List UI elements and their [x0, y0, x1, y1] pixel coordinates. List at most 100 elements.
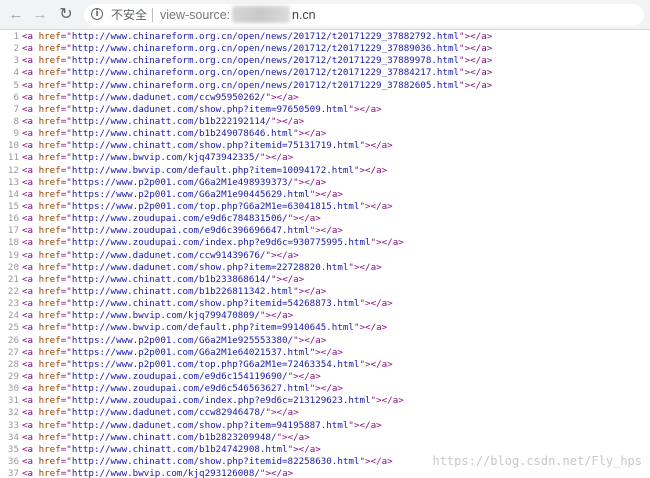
- line-number: 28: [7, 358, 19, 370]
- line-number: 8: [13, 115, 19, 127]
- source-line: 15 <a href="https://www.p2p001.com/top.ph…: [0, 201, 650, 213]
- back-arrow-icon[interactable]: ←: [7, 6, 25, 24]
- source-line: 23 <a href="http://www.chinatt.com/show.p…: [0, 298, 650, 310]
- tag-open: <a: [22, 322, 39, 334]
- watermark: https://blog.csdn.net/Fly_hps: [432, 454, 642, 468]
- href-link[interactable]: http://www.bwvip.com/kjq473942335/: [72, 152, 260, 163]
- href-link[interactable]: http://www.dadunet.com/show.php?item=227…: [72, 262, 349, 273]
- href-link[interactable]: http://www.dadunet.com/show.php?item=941…: [72, 420, 349, 431]
- line-number: 25: [7, 322, 19, 334]
- line-number: 31: [7, 395, 19, 407]
- href-link[interactable]: http://www.chinatt.com/b1b24742908.html: [72, 444, 288, 455]
- tag-open: <a: [22, 298, 39, 310]
- href-link[interactable]: http://www.dadunet.com/ccw91439676/: [72, 250, 266, 261]
- forward-arrow-icon[interactable]: →: [31, 6, 49, 24]
- anchor-tag: <a href="http://www.chinareform.org.cn/o…: [22, 67, 492, 79]
- href-link[interactable]: https://www.p2p001.com/top.php?G6a2M1e=7…: [72, 359, 360, 370]
- attr-name: href: [38, 225, 61, 237]
- href-link[interactable]: http://www.dadunet.com/show.php?item=976…: [72, 104, 349, 115]
- attr-name: href: [38, 237, 61, 249]
- url-prefix: view-source:: [160, 8, 231, 22]
- line-number: 30: [7, 383, 19, 395]
- source-line: 19 <a href="http://www.dadunet.com/ccw914…: [0, 250, 650, 262]
- source-line: 26 <a href="https://www.p2p001.com/G6a2M1…: [0, 335, 650, 347]
- attr-name: href: [38, 443, 61, 455]
- href-link[interactable]: http://www.zoudupai.com/e9d6c784831506/: [72, 213, 288, 224]
- href-link[interactable]: http://www.zoudupai.com/e9d6c546563627.h…: [72, 383, 310, 394]
- attr-eq: =": [60, 370, 72, 382]
- href-link[interactable]: http://www.chinareform.org.cn/open/news/…: [72, 43, 459, 54]
- href-link[interactable]: https://www.p2p001.com/G6a2M1e90445629.h…: [72, 189, 310, 200]
- href-link[interactable]: http://www.dadunet.com/ccw95950262/: [72, 92, 266, 103]
- line-number: 16: [7, 213, 19, 225]
- address-bar[interactable]: i 不安全 view-source: n.cn: [84, 4, 644, 26]
- href-link[interactable]: http://www.chinatt.com/b1b226811342.html: [72, 286, 293, 297]
- security-status[interactable]: 不安全: [111, 7, 147, 23]
- href-link[interactable]: https://www.p2p001.com/top.php?G6a2M1e=6…: [72, 201, 360, 212]
- line-number: 20: [7, 261, 19, 273]
- tag-close: </a>: [304, 285, 327, 297]
- href-link[interactable]: http://www.dadunet.com/ccw82946478/: [72, 407, 266, 418]
- tag-close: </a>: [359, 419, 382, 431]
- attr-eq: =": [60, 188, 72, 200]
- reload-icon[interactable]: ↻: [57, 6, 75, 24]
- href-link[interactable]: http://www.chinatt.com/b1b222192114/: [72, 116, 271, 127]
- href-link[interactable]: http://www.zoudupai.com/index.php?e9d6c=…: [72, 237, 371, 248]
- attr-name: href: [38, 334, 61, 346]
- attr-name: href: [38, 31, 61, 42]
- href-link[interactable]: http://www.chinatt.com/show.php?itemid=8…: [72, 456, 360, 467]
- tag-close: </a>: [381, 395, 404, 407]
- href-link[interactable]: http://www.bwvip.com/default.php?item=10…: [72, 165, 354, 176]
- info-icon[interactable]: i: [91, 8, 103, 20]
- href-link[interactable]: http://www.chinareform.org.cn/open/news/…: [72, 55, 459, 66]
- tag-close: </a>: [381, 237, 404, 249]
- href-link[interactable]: https://www.p2p001.com/G6a2M1e925553380/: [72, 335, 293, 346]
- source-line: 29 <a href="http://www.zoudupai.com/e9d6c…: [0, 371, 650, 383]
- attr-name: href: [38, 152, 61, 164]
- line-number: 7: [13, 103, 19, 115]
- href-link[interactable]: https://www.p2p001.com/G6a2M1e498939373/: [72, 177, 293, 188]
- href-link[interactable]: http://www.chinatt.com/b1b233868614/: [72, 274, 271, 285]
- href-link[interactable]: http://www.chinatt.com/b1b2823209948/: [72, 432, 277, 443]
- attr-eq: =": [60, 164, 72, 176]
- tag-close: </a>: [271, 310, 294, 322]
- href-link[interactable]: http://www.chinatt.com/show.php?itemid=5…: [72, 298, 360, 309]
- line-number: 5: [13, 79, 19, 91]
- source-line: 12 <a href="http://www.bwvip.com/default.…: [0, 165, 650, 177]
- href-link[interactable]: http://www.bwvip.com/kjq293126008/: [72, 468, 260, 478]
- attr-eq: =": [60, 55, 72, 67]
- source-line: 34 <a href="http://www.chinatt.com/b1b282…: [0, 432, 650, 444]
- attr-name: href: [38, 370, 61, 382]
- tag-close: </a>: [287, 431, 310, 443]
- href-link[interactable]: http://www.zoudupai.com/index.php?e9d6c=…: [72, 395, 371, 406]
- tag-open: <a: [22, 31, 39, 42]
- href-link[interactable]: http://www.zoudupai.com/e9d6c154119690/: [72, 371, 288, 382]
- href-link[interactable]: http://www.chinareform.org.cn/open/news/…: [72, 31, 459, 42]
- anchor-tag: <a href="http://www.dadunet.com/show.php…: [22, 104, 382, 116]
- href-link[interactable]: http://www.chinareform.org.cn/open/news/…: [72, 67, 459, 78]
- href-link[interactable]: http://www.bwvip.com/kjq799470809/: [72, 310, 260, 321]
- anchor-tag: <a href="http://www.dadunet.com/ccw82946…: [22, 407, 299, 419]
- tag-open: <a: [22, 225, 39, 237]
- attr-eq: =": [60, 443, 72, 455]
- attr-eq: =": [60, 200, 72, 212]
- line-number: 18: [7, 237, 19, 249]
- source-line: 8 <a href="http://www.chinatt.com/b1b2221…: [0, 116, 650, 128]
- line-number: 2: [13, 43, 19, 55]
- attr-eq: =": [60, 91, 72, 103]
- href-link[interactable]: https://www.p2p001.com/G6a2M1e64021537.h…: [72, 347, 310, 358]
- href-link[interactable]: http://www.chinareform.org.cn/open/news/…: [72, 80, 459, 91]
- attr-name: href: [38, 419, 61, 431]
- tag-open: <a: [22, 395, 39, 407]
- href-link[interactable]: http://www.bwvip.com/default.php?item=99…: [72, 322, 354, 333]
- anchor-tag: <a href="http://www.chinareform.org.cn/o…: [22, 43, 492, 55]
- anchor-tag: <a href="http://www.chinatt.com/show.php…: [22, 298, 393, 310]
- href-link[interactable]: http://www.chinatt.com/show.php?itemid=7…: [72, 140, 360, 151]
- href-link[interactable]: http://www.chinatt.com/b1b249078646.html: [72, 128, 293, 139]
- attr-eq: =": [60, 249, 72, 261]
- attr-eq: =": [60, 298, 72, 310]
- source-line: 13 <a href="https://www.p2p001.com/G6a2M1…: [0, 177, 650, 189]
- tag-open: <a: [22, 164, 39, 176]
- anchor-tag: <a href="http://www.chinatt.com/b1b24742…: [22, 444, 321, 456]
- href-link[interactable]: http://www.zoudupai.com/e9d6c396696647.h…: [72, 225, 310, 236]
